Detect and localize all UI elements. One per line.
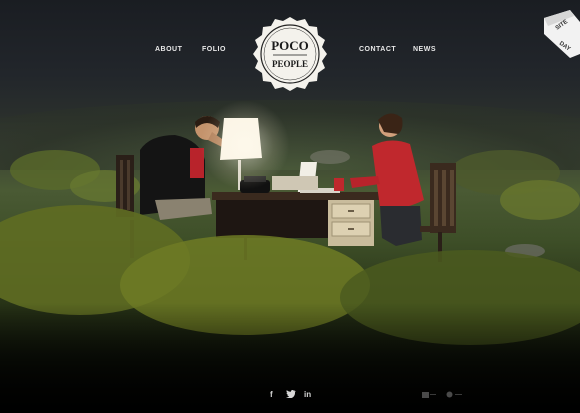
nav-news[interactable]: NEWS — [413, 46, 436, 53]
red-cup — [334, 178, 344, 191]
logo-line2: PEOPLE — [272, 59, 308, 69]
linkedin-icon[interactable]: in — [304, 390, 311, 399]
nav-folio[interactable]: FOLIO — [202, 46, 226, 53]
logo-line1: POCO — [271, 38, 309, 53]
nav-contact[interactable]: CONTACT — [359, 46, 396, 53]
right-chair — [420, 163, 456, 262]
facebook-icon[interactable]: f — [270, 390, 273, 399]
twitter-icon[interactable] — [286, 390, 296, 400]
paper-stack — [272, 176, 318, 190]
site-of-day-badge[interactable]: SITE DAY — [544, 10, 580, 58]
lamp-glow — [200, 100, 290, 190]
chat-icon — [446, 391, 462, 400]
logo[interactable]: POCO PEOPLE — [251, 15, 329, 93]
camera-icon — [422, 391, 436, 400]
nav-about[interactable]: ABOUT — [155, 46, 182, 53]
